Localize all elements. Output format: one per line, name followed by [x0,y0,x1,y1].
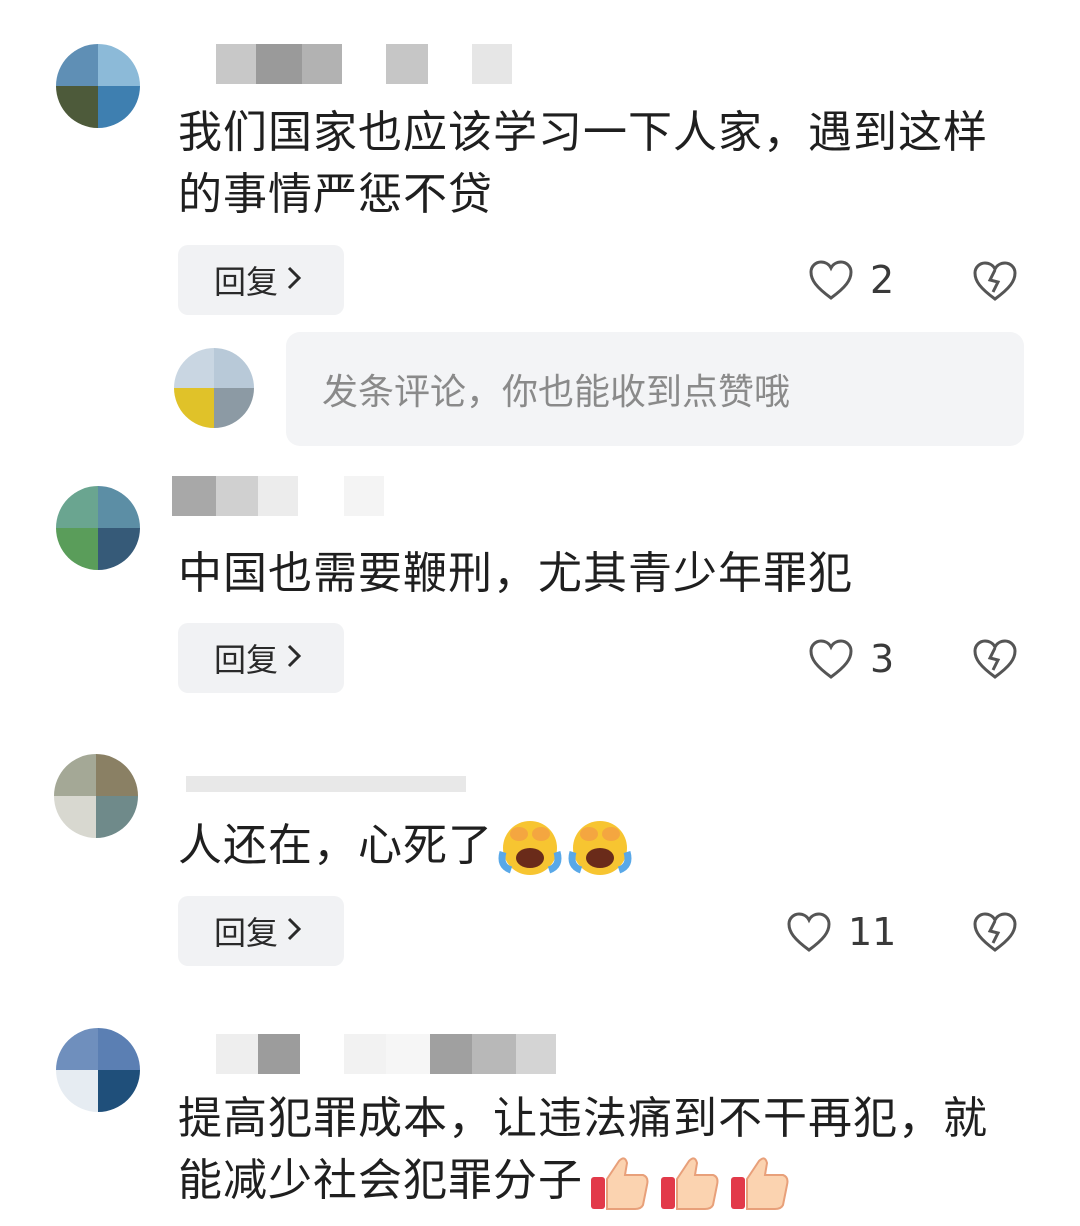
comment-text: 我们国家也应该学习一下人家，遇到这样的事情严惩不贷 [178,107,988,220]
username-blurred [172,476,384,516]
like-count: 2 [870,258,895,302]
avatar[interactable] [56,44,140,128]
comment-input-placeholder: 发条评论，你也能收到点赞哦 [322,372,791,413]
avatar[interactable] [56,1028,140,1112]
reply-label: 回复 [214,641,279,679]
broken-heart-icon[interactable] [972,638,1018,680]
comment-text-content: 人还在，心死了 [178,820,493,871]
username-blurred [216,1034,556,1074]
comment-input[interactable]: 发条评论，你也能收到点赞哦 [286,332,1024,446]
comment-text: 中国也需要鞭刑，尤其青少年罪犯 [178,548,853,599]
reply-button[interactable]: 回复 [178,245,344,315]
chevron-right-icon [286,639,302,677]
reply-label: 回复 [214,263,279,301]
comment-text: 提高犯罪成本，让违法痛到不干再犯，就能减少社会犯罪分子 [178,1088,998,1213]
reply-button[interactable]: 回复 [178,896,344,966]
like-button[interactable]: 3 [808,637,894,681]
broken-heart-icon[interactable] [972,911,1018,953]
laugh-cry-emoji [568,821,632,875]
avatar[interactable] [54,754,138,838]
heart-icon [809,260,853,300]
reply-button[interactable]: 回复 [178,623,344,693]
my-avatar [174,348,254,428]
comment-text-content: 提高犯罪成本，让违法痛到不干再犯，就能减少社会犯罪分子 [178,1093,988,1206]
laugh-cry-emoji [498,821,562,875]
avatar[interactable] [56,486,140,570]
username-blurred [216,44,512,84]
like-count: 3 [870,637,895,681]
chevron-right-icon [286,912,302,950]
reply-label: 回复 [214,914,279,952]
thumbs-up-emoji [591,1157,649,1210]
like-button[interactable]: 2 [808,258,894,302]
thumbs-up-emoji [731,1157,789,1210]
thumbs-up-emoji [661,1157,719,1210]
like-count: 11 [848,910,897,954]
heart-icon [809,639,853,679]
chevron-right-icon [286,261,302,299]
username-blurred [186,776,466,794]
comment-text: 人还在，心死了 [178,815,1018,878]
like-button[interactable]: 11 [786,910,896,954]
broken-heart-icon[interactable] [972,260,1018,302]
heart-icon [787,912,831,952]
